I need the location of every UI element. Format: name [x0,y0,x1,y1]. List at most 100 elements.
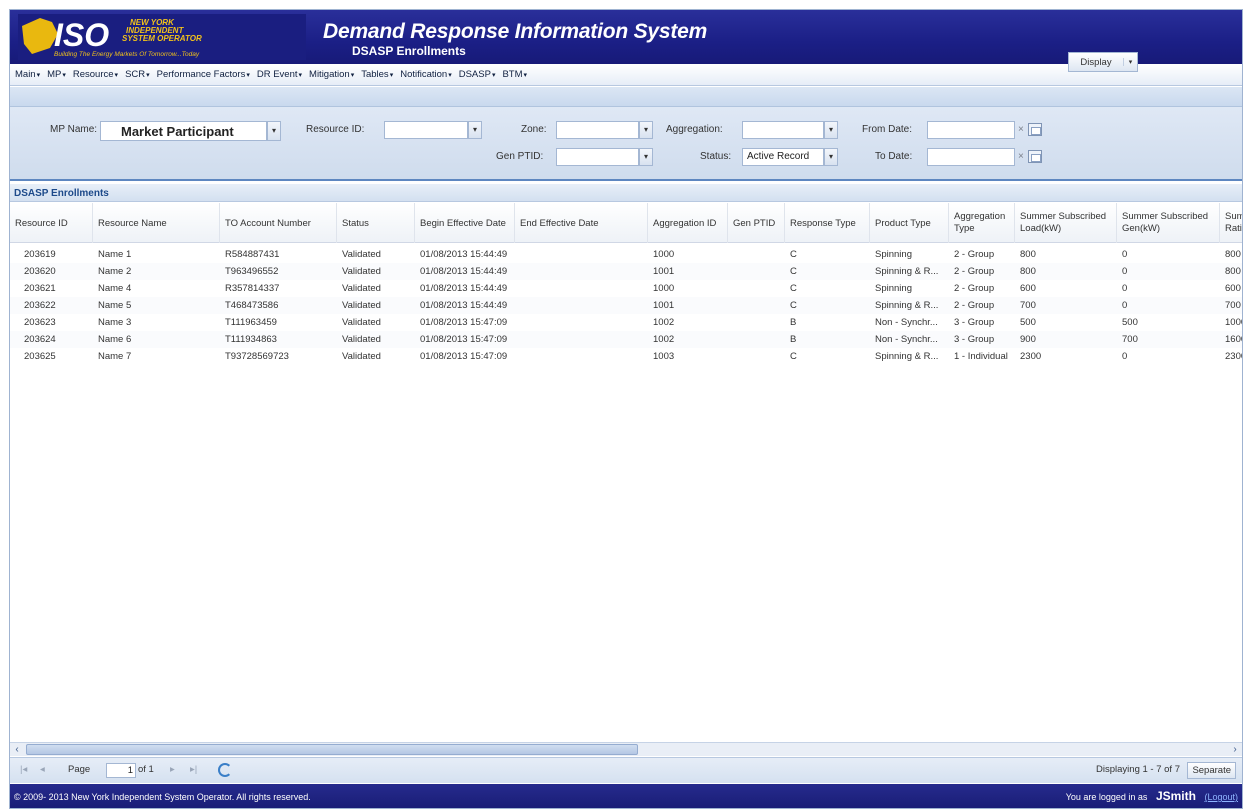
to-date-input[interactable] [927,148,1015,166]
zone-dropdown-icon[interactable]: ▾ [639,121,653,139]
mp-name-dropdown-icon[interactable]: ▾ [267,121,281,141]
clear-icon[interactable]: × [1018,124,1024,135]
menu-dr-event-label: DR Event [256,69,298,80]
menu-resource[interactable]: Resource▾ [73,69,118,80]
scroll-thumb[interactable] [26,744,638,755]
status-dropdown-icon[interactable]: ▾ [824,148,838,166]
main-menu: Main▾ MP▾ Resource▾ SCR▾ Performance Fac… [10,64,1242,86]
previous-page-icon[interactable]: ◂ [40,764,45,775]
calendar-icon[interactable] [1028,123,1042,136]
column-header-sum-rati[interactable]: Sum Rati [1220,203,1242,243]
table-row[interactable]: 203625 Name 7 T93728569723 Validated 01/08/2… [10,348,1242,365]
zone-label: Zone: [521,124,547,135]
column-header-aggregation-type[interactable]: Aggregation Type [949,203,1015,243]
calendar-icon[interactable] [1028,150,1042,163]
logo-org-line3: SYSTEM OPERATOR [122,34,202,43]
cell-to-account-number: T111934863 [225,334,277,345]
scroll-right-icon[interactable]: › [1228,743,1242,756]
menu-dr-event[interactable]: DR Event▾ [257,69,302,80]
horizontal-scrollbar[interactable]: ‹ › [10,742,1242,756]
menu-performance-factors[interactable]: Performance Factors▾ [157,69,250,80]
column-header-resource-id[interactable]: Resource ID [10,203,93,243]
cell-aggregation-id: 1001 [653,266,675,277]
cell-sum-rati: 700 [1225,300,1241,311]
chevron-down-icon: ▾ [62,72,66,79]
status-select[interactable]: Active Record [742,148,824,166]
column-header-aggregation-id[interactable]: Aggregation ID [648,203,728,243]
chevron-down-icon[interactable]: ▾ [1123,58,1137,66]
column-header-product-type[interactable]: Product Type [870,203,949,243]
display-button-label: Display [1080,56,1112,68]
page-number-input[interactable]: 1 [106,763,136,778]
column-header-response-type[interactable]: Response Type [785,203,870,243]
cell-gen-ptid [728,263,785,280]
table-row[interactable]: 203624 Name 6 T111934863 Validated 01/08/201… [10,331,1242,348]
mp-name-select[interactable]: Market Participant [100,121,267,141]
cell-end-effective-date [515,246,648,263]
cell-begin-effective-date: 01/08/2013 15:44:49 [420,283,508,294]
separate-button[interactable]: Separate [1187,762,1236,779]
display-button[interactable]: Display ▾ [1068,52,1138,72]
column-header-resource-name[interactable]: Resource Name [93,203,220,243]
menu-main[interactable]: Main▾ [15,69,40,80]
menu-mp[interactable]: MP▾ [47,69,66,80]
cell-to-account-number: T468473586 [225,300,279,311]
cell-response-type: C [790,249,797,260]
zone-select[interactable] [556,121,639,139]
table-row[interactable]: 203619 Name 1 R584887431 Validated 01/08/201… [10,246,1242,263]
menu-notification[interactable]: Notification▾ [400,69,452,80]
chevron-down-icon: ▾ [448,72,452,79]
resource-id-select[interactable] [384,121,468,139]
chevron-down-icon: ▾ [350,72,355,79]
column-header-status[interactable]: Status [337,203,415,243]
cell-aggregation-id: 1002 [653,317,675,328]
menu-mitigation[interactable]: Mitigation▾ [309,69,354,80]
menu-tables-label: Tables [361,69,389,80]
from-date-input[interactable] [927,121,1015,139]
column-header-summer-subscribed-load[interactable]: Summer Subscribed Load(kW) [1015,203,1117,243]
column-header-end-effective-date[interactable]: End Effective Date [515,203,648,243]
table-row[interactable]: 203621 Name 4 R357814337 Validated 01/08/201… [10,280,1242,297]
logged-in-label: You are logged in as [1065,792,1148,802]
menu-performance-factors-label: Performance Factors [156,69,246,80]
cell-summer-subscribed-load: 900 [1020,334,1036,345]
aggregation-dropdown-icon[interactable]: ▾ [824,121,838,139]
cell-resource-id: 203623 [24,317,56,328]
aggregation-select[interactable] [742,121,824,139]
logout-link[interactable]: (Logout) [1204,792,1238,802]
column-header-gen-ptid[interactable]: Gen PTID [728,203,785,243]
menu-btm[interactable]: BTM▾ [502,69,527,80]
scroll-left-icon[interactable]: ‹ [10,743,24,756]
gen-ptid-select[interactable] [556,148,639,166]
cell-product-type: Spinning [875,249,912,260]
cell-aggregation-type: 2 - Group [954,249,995,260]
cell-gen-ptid [728,246,785,263]
page-subtitle: DSASP Enrollments [352,44,466,58]
clear-icon[interactable]: × [1018,151,1024,162]
column-header-summer-subscribed-gen[interactable]: Summer Subscribed Gen(kW) [1117,203,1220,243]
menu-notification-label: Notification [400,69,448,80]
first-page-icon[interactable]: |◂ [20,764,27,775]
column-header-begin-effective-date[interactable]: Begin Effective Date [415,203,515,243]
cell-aggregation-type: 2 - Group [954,300,995,311]
next-page-icon[interactable]: ▸ [170,764,175,775]
last-page-icon[interactable]: ▸| [190,764,197,775]
menu-tables[interactable]: Tables▾ [361,69,393,80]
cell-end-effective-date [515,314,648,331]
cell-summer-subscribed-gen: 0 [1122,351,1128,362]
table-row[interactable]: 203620 Name 2 T963496552 Validated 01/08/201… [10,263,1242,280]
table-row[interactable]: 203623 Name 3 T111963459 Validated 01/08/201… [10,314,1242,331]
column-header-to-account-number[interactable]: TO Account Number [220,203,337,243]
grid-panel-title: DSASP Enrollments [10,184,1242,202]
cell-aggregation-id: 1003 [653,351,675,362]
menu-scr[interactable]: SCR▾ [125,69,150,80]
gen-ptid-dropdown-icon[interactable]: ▾ [639,148,653,166]
cell-response-type: C [790,300,797,311]
refresh-icon[interactable] [218,763,232,777]
table-row[interactable]: 203622 Name 5 T468473586 Validated 01/08/201… [10,297,1242,314]
chevron-down-icon: ▾ [389,72,394,79]
resource-id-dropdown-icon[interactable]: ▾ [468,121,482,139]
cell-aggregation-type: 2 - Group [954,266,995,277]
menu-dsasp[interactable]: DSASP▾ [459,69,496,80]
chevron-down-icon: ▾ [146,72,150,79]
